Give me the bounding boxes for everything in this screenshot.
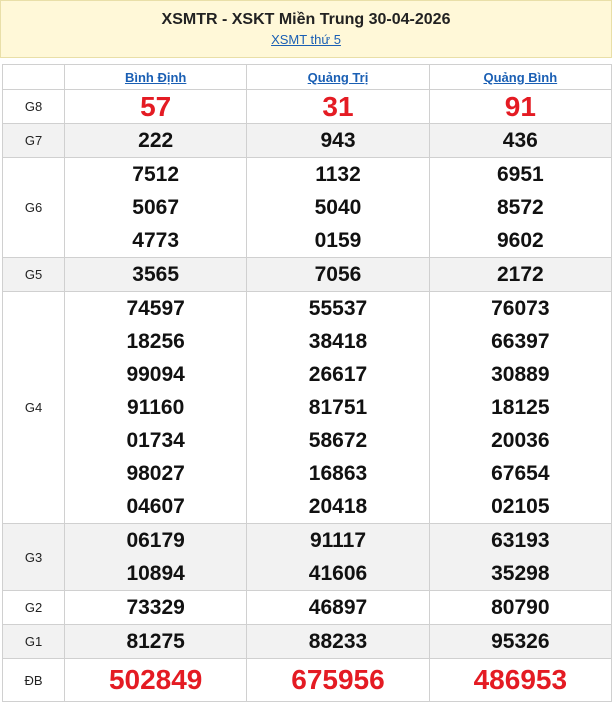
province-link[interactable]: Quảng Trị xyxy=(308,70,369,85)
prize-number: 18256 xyxy=(126,330,185,353)
prize-number: 80790 xyxy=(491,596,550,619)
prize-label: G5 xyxy=(2,257,65,292)
prize-label: G6 xyxy=(2,157,65,258)
prize-number: 01734 xyxy=(126,429,185,452)
prize-number: 63193 xyxy=(491,529,550,552)
prize-number: 67654 xyxy=(491,462,550,485)
prize-label: G7 xyxy=(2,123,65,158)
prize-row-g5: G5 3565 7056 2172 xyxy=(2,257,612,292)
prize-number: 7512 xyxy=(132,163,180,186)
prize-number: 35298 xyxy=(491,562,550,585)
prize-number: 06179 xyxy=(126,529,185,552)
province-header-row: Bình Định Quảng Trị Quảng Bình xyxy=(2,64,612,90)
prize-number: 10894 xyxy=(126,562,185,585)
header-corner xyxy=(2,64,65,90)
prize-number: 3565 xyxy=(132,263,180,286)
province-link[interactable]: Quảng Bình xyxy=(483,70,557,85)
prize-number: 0159 xyxy=(314,229,362,252)
subtitle-link[interactable]: XSMT thứ 5 xyxy=(271,32,341,47)
prize-number: 76073 xyxy=(491,297,550,320)
prize-number: 73329 xyxy=(126,596,185,619)
special-prize-number: 502849 xyxy=(108,664,203,695)
prize-number: 98027 xyxy=(126,462,185,485)
special-prize-number: 675956 xyxy=(291,664,385,695)
prize-number: 74597 xyxy=(126,297,185,320)
prize-number: 16863 xyxy=(308,462,368,485)
prize-number: 20418 xyxy=(308,495,368,518)
prize-number: 30889 xyxy=(491,363,550,386)
prize-row-g2: G2 73329 46897 80790 xyxy=(2,590,612,625)
prize-number: 91117 xyxy=(309,529,367,552)
prize-number: 5040 xyxy=(314,196,362,219)
prize-number: 88233 xyxy=(308,630,368,653)
prize-number: 436 xyxy=(502,129,538,152)
prize-label: G4 xyxy=(2,291,65,524)
prize-label: G2 xyxy=(2,590,65,625)
prize-row-g4: G4 74597 18256 99094 91160 01734 98027 0… xyxy=(2,291,612,524)
prize-number: 95326 xyxy=(491,630,550,653)
prize-row-special: ĐB 502849 675956 486953 xyxy=(2,658,612,702)
prize-number: 4773 xyxy=(132,229,180,252)
prize-number: 02105 xyxy=(491,495,550,518)
prize-number: 2172 xyxy=(496,263,544,286)
prize-row-g7: G7 222 943 436 xyxy=(2,123,612,158)
prize-row-g3: G3 06179 10894 91117 41606 63193 35298 xyxy=(2,523,612,591)
prize-number: 66397 xyxy=(491,330,550,353)
prize-number: 5067 xyxy=(132,196,180,219)
prize-number: 41606 xyxy=(308,562,368,585)
prize-number: 222 xyxy=(138,129,174,152)
results-table: Bình Định Quảng Trị Quảng Bình G8 57 31 … xyxy=(2,64,612,702)
prize-number: 04607 xyxy=(126,495,185,518)
prize-row-g6: G6 7512 5067 4773 1132 5040 0159 6951 85… xyxy=(2,157,612,258)
results-header: XSMTR - XSKT Miền Trung 30-04-2026 XSMT … xyxy=(0,0,612,58)
prize-number: 31 xyxy=(322,91,354,122)
prize-row-g1: G1 81275 88233 95326 xyxy=(2,624,612,659)
prize-number: 20036 xyxy=(491,429,550,452)
prize-number: 46897 xyxy=(308,596,368,619)
prize-number: 58672 xyxy=(308,429,368,452)
prize-number: 7056 xyxy=(314,263,362,286)
prize-number: 18125 xyxy=(491,396,550,419)
prize-number: 91 xyxy=(504,91,536,122)
special-prize-number: 486953 xyxy=(473,664,568,695)
prize-label: G8 xyxy=(2,89,65,124)
prize-label: ĐB xyxy=(2,658,65,702)
prize-label: G3 xyxy=(2,523,65,591)
prize-number: 55537 xyxy=(308,297,368,320)
prize-number: 81275 xyxy=(126,630,185,653)
prize-number: 57 xyxy=(140,91,172,122)
prize-number: 91160 xyxy=(127,396,185,419)
prize-number: 38418 xyxy=(308,330,368,353)
prize-number: 8572 xyxy=(496,196,544,219)
prize-number: 9602 xyxy=(496,229,544,252)
prize-row-g8: G8 57 31 91 xyxy=(2,89,612,124)
province-link[interactable]: Bình Định xyxy=(125,70,186,85)
prize-number: 943 xyxy=(320,129,356,152)
prize-number: 99094 xyxy=(126,363,185,386)
page-title: XSMTR - XSKT Miền Trung 30-04-2026 xyxy=(161,11,451,28)
prize-number: 1132 xyxy=(315,163,361,186)
prize-number: 81751 xyxy=(308,396,368,419)
prize-number: 26617 xyxy=(308,363,368,386)
prize-number: 6951 xyxy=(496,163,544,186)
prize-label: G1 xyxy=(2,624,65,659)
